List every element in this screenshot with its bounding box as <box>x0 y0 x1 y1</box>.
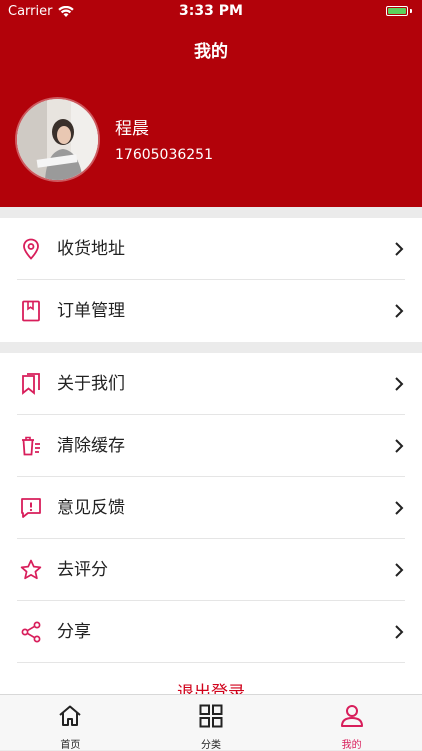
chevron-right-icon <box>395 242 404 256</box>
menu-item-label: 分享 <box>57 622 91 642</box>
menu-item-orders[interactable]: 订单管理 <box>0 280 422 342</box>
divider <box>17 662 405 663</box>
trash-icon <box>22 436 40 456</box>
tab-label: 分类 <box>201 740 221 751</box>
avatar-photo <box>17 99 98 180</box>
menu-item-about[interactable]: 关于我们 <box>0 353 422 415</box>
menu-item-label: 关于我们 <box>57 374 125 394</box>
tab-bar: 首页 分类 我的 <box>0 694 422 751</box>
feedback-icon <box>21 498 41 518</box>
share-icon <box>21 621 41 643</box>
chevron-right-icon <box>395 563 404 577</box>
person-icon <box>340 705 363 727</box>
chevron-right-icon <box>395 625 404 639</box>
menu-item-address[interactable]: 收货地址 <box>0 218 422 280</box>
chevron-right-icon <box>395 377 404 391</box>
menu-group-general: 关于我们 清除缓存 意见反馈 去评分 分享 <box>0 353 422 695</box>
menu-item-label: 意见反馈 <box>57 498 125 518</box>
menu-item-clear-cache[interactable]: 清除缓存 <box>0 415 422 477</box>
home-icon <box>59 705 81 726</box>
page-title: 我的 <box>194 42 228 62</box>
tab-label: 我的 <box>341 740 362 751</box>
avatar[interactable] <box>17 99 98 180</box>
menu-group-account: 收货地址 订单管理 <box>0 218 422 342</box>
status-time: 3:33 PM <box>179 3 243 19</box>
user-name: 程晨 <box>115 119 149 139</box>
profile-header: Carrier 3:33 PM 我的 程晨 17605036251 <box>0 0 422 207</box>
chevron-right-icon <box>395 501 404 515</box>
menu-item-share[interactable]: 分享 <box>0 601 422 663</box>
status-bar: Carrier 3:33 PM <box>0 0 422 24</box>
location-pin-icon <box>23 238 39 260</box>
menu-item-label: 去评分 <box>57 560 108 580</box>
tab-label: 首页 <box>60 740 81 751</box>
menu-item-rate[interactable]: 去评分 <box>0 539 422 601</box>
grid-icon <box>199 704 223 728</box>
menu-item-label: 收货地址 <box>57 239 125 259</box>
user-phone: 17605036251 <box>115 147 213 163</box>
menu-item-feedback[interactable]: 意见反馈 <box>0 477 422 539</box>
menu-item-label: 订单管理 <box>57 301 125 321</box>
tab-mine[interactable]: 我的 <box>281 695 422 751</box>
chevron-right-icon <box>395 439 404 453</box>
tab-home[interactable]: 首页 <box>0 695 141 751</box>
menu-item-label: 清除缓存 <box>57 436 125 456</box>
star-icon <box>20 559 42 580</box>
battery-icon <box>386 6 408 16</box>
chevron-right-icon <box>395 304 404 318</box>
order-book-icon <box>22 300 40 322</box>
tab-category[interactable]: 分类 <box>141 695 282 751</box>
bookmark-icon <box>22 373 40 395</box>
